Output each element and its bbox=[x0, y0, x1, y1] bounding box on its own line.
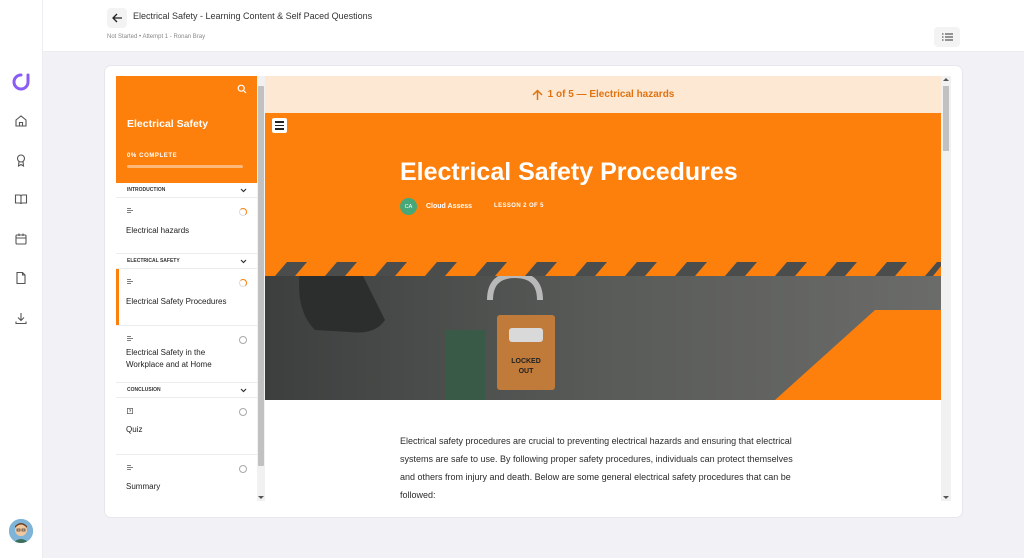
progress-bar bbox=[127, 165, 243, 168]
status-in-progress-icon bbox=[239, 279, 247, 287]
top-header: Electrical Safety - Learning Content & S… bbox=[43, 0, 1024, 52]
back-button[interactable] bbox=[107, 8, 127, 28]
sidebar-header: Electrical Safety 0% COMPLETE bbox=[116, 76, 257, 183]
scroll-up-arrow-icon[interactable] bbox=[943, 78, 949, 81]
lesson-counter: LESSON 2 OF 5 bbox=[494, 203, 544, 209]
status-not-started-icon bbox=[239, 465, 247, 473]
course-title: Electrical Safety - Learning Content & S… bbox=[133, 11, 373, 21]
chevron-down-icon bbox=[240, 259, 247, 264]
status-not-started-icon bbox=[239, 408, 247, 416]
list-icon bbox=[941, 33, 953, 41]
user-avatar[interactable] bbox=[9, 519, 33, 543]
avatar-portrait-icon bbox=[9, 519, 33, 543]
book-icon[interactable] bbox=[14, 192, 28, 206]
previous-lesson-label: 1 of 5 — Electrical hazards bbox=[547, 89, 675, 100]
section-title: CONCLUSION bbox=[127, 387, 161, 393]
text-lesson-icon bbox=[127, 465, 133, 470]
chevron-down-icon bbox=[240, 388, 247, 393]
lesson-item[interactable]: Electrical Safety in the Workplace and a… bbox=[116, 326, 257, 383]
sidebar-scrollbar[interactable] bbox=[257, 76, 265, 501]
author-name: Cloud Assess bbox=[426, 203, 473, 210]
hamburger-menu-button[interactable] bbox=[272, 118, 287, 133]
lesson-item-active[interactable]: Electrical Safety Procedures bbox=[116, 269, 257, 326]
status-not-started-icon bbox=[239, 336, 247, 344]
text-lesson-icon bbox=[127, 208, 133, 213]
content-scrollbar[interactable] bbox=[941, 76, 951, 501]
locked-tag-line1: LOCKED bbox=[511, 358, 541, 365]
sidebar-course-title: Electrical Safety bbox=[127, 118, 209, 130]
text-lesson-icon bbox=[127, 336, 133, 341]
sidebar-scrollbar-thumb[interactable] bbox=[258, 86, 264, 466]
locked-tag-line2: OUT bbox=[519, 368, 535, 375]
search-icon[interactable] bbox=[237, 84, 247, 94]
download-icon[interactable] bbox=[14, 311, 28, 325]
chevron-down-icon bbox=[240, 188, 247, 193]
progress-label: 0% COMPLETE bbox=[127, 153, 178, 159]
quiz-icon bbox=[127, 408, 133, 414]
author-avatar: CA bbox=[400, 198, 417, 215]
lesson-name: Summary bbox=[126, 482, 161, 491]
attempt-status: Not Started • Attempt 1 - Ronan Bray bbox=[107, 34, 206, 40]
arrow-up-icon bbox=[532, 88, 543, 100]
left-rail bbox=[0, 0, 43, 558]
lesson-item[interactable]: Electrical hazards bbox=[116, 198, 257, 254]
lesson-title: Electrical Safety Procedures bbox=[400, 158, 738, 186]
lesson-name: Quiz bbox=[126, 425, 143, 434]
status-in-progress-icon bbox=[239, 208, 247, 216]
section-title: ELECTRICAL SAFETY bbox=[127, 258, 180, 264]
lockout-photo-image: LOCKED OUT bbox=[265, 260, 941, 400]
lesson-body-text: Electrical safety procedures are crucial… bbox=[400, 436, 793, 500]
lesson-content: 1 of 5 — Electrical hazards Electrical S… bbox=[265, 76, 951, 501]
lesson-sidebar: Electrical Safety 0% COMPLETE INTRODUCTI… bbox=[116, 76, 257, 501]
lesson-item[interactable]: Quiz bbox=[116, 398, 257, 455]
previous-lesson-link[interactable]: 1 of 5 — Electrical hazards bbox=[265, 76, 941, 113]
lesson-item[interactable]: Summary bbox=[116, 455, 257, 501]
section-electrical-safety[interactable]: ELECTRICAL SAFETY bbox=[116, 254, 257, 269]
home-icon[interactable] bbox=[14, 114, 28, 128]
lesson-name: Electrical Safety Procedures bbox=[126, 297, 227, 306]
lesson-name: Electrical hazards bbox=[126, 226, 190, 235]
scroll-down-arrow-icon[interactable] bbox=[258, 496, 264, 499]
app-logo-icon[interactable] bbox=[12, 73, 30, 91]
outline-menu-button[interactable] bbox=[934, 27, 960, 47]
scroll-down-arrow-icon[interactable] bbox=[943, 496, 949, 499]
document-icon[interactable] bbox=[14, 271, 28, 285]
lesson-hero: Electrical Safety Procedures CA Cloud As… bbox=[265, 113, 941, 400]
calendar-icon[interactable] bbox=[14, 232, 28, 246]
section-conclusion[interactable]: CONCLUSION bbox=[116, 383, 257, 398]
section-title: INTRODUCTION bbox=[127, 187, 166, 193]
award-icon[interactable] bbox=[14, 153, 28, 167]
lesson-name: Electrical Safety in the Workplace and a… bbox=[126, 348, 212, 369]
content-scrollbar-thumb[interactable] bbox=[943, 86, 949, 151]
section-introduction[interactable]: INTRODUCTION bbox=[116, 183, 257, 198]
arrow-left-icon bbox=[111, 13, 122, 23]
text-lesson-icon bbox=[127, 279, 133, 284]
